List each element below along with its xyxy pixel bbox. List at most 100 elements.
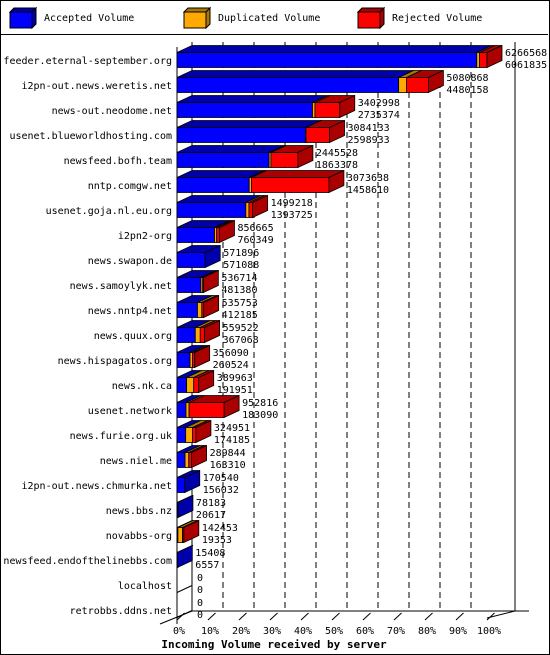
category-label: news.quux.org [94,331,172,342]
rejected-bar [188,402,225,418]
accepted-bar [176,227,215,243]
accepted-volume-label: 191951 [217,385,253,396]
total-volume-label: 356090 [213,348,249,359]
tick-mark [207,612,216,621]
accepted-bar [176,277,202,293]
empty-bar-edge [176,610,193,618]
accepted-volume-label: 760349 [237,235,273,246]
accepted-bar-top [176,95,328,103]
category-label: feeder.eternal-september.org [3,56,172,67]
duplicated-bar [177,527,183,543]
accepted-bar-top [176,120,321,128]
x-tick-label: 70% [387,626,405,637]
total-volume-label: 6266568 [505,48,547,59]
total-volume-label: 15408 [195,548,225,559]
accepted-bar [176,402,187,418]
accepted-bar [176,252,206,268]
total-volume-label: 1499218 [271,198,313,209]
rejected-bar [216,227,220,243]
total-volume-label: 559522 [223,323,259,334]
total-volume-label: 952816 [242,398,278,409]
category-label: i2pn-out.news.chmurka.net [21,481,172,492]
rejected-bar [199,327,205,343]
accepted-volume-label: 367068 [223,335,259,346]
x-tick-label: 60% [356,626,374,637]
accepted-volume-label: 20617 [196,510,226,521]
accepted-bar [176,452,186,468]
category-label: news.samoylyk.net [70,281,172,292]
x-tick-label: 40% [294,626,312,637]
accepted-bar [176,202,247,218]
duplicated-bar [185,402,190,418]
category-label: newsfeed.bofh.team [64,156,172,167]
category-label: news.nk.ca [112,381,172,392]
accepted-bar [176,427,187,443]
accepted-volume-label: 19353 [202,535,232,546]
accepted-volume-label: 0 [197,610,203,621]
accepted-volume-label: 1458610 [347,185,389,196]
accepted-bar [176,377,188,393]
category-label: usenet.network [88,406,172,417]
accepted-volume-label: 163310 [210,460,246,471]
accepted-volume-label: 0 [197,585,203,596]
rejected-bar-top [251,170,345,178]
rejected-bar [248,202,254,218]
rejected-bar [188,452,192,468]
accepted-bar [176,152,270,168]
accepted-bar-top [176,70,414,78]
x-tick-label: 0% [173,626,185,637]
category-label: news-out.neodome.net [52,106,172,117]
rejected-bar [250,177,330,193]
accepted-bar [176,352,191,368]
accepted-volume-label: 2735374 [358,110,400,121]
accepted-volume-label: 156032 [203,485,239,496]
total-volume-label: 170540 [203,473,239,484]
total-volume-label: 142453 [202,523,238,534]
tick-mark [393,612,402,621]
x-tick-label: 80% [418,626,436,637]
floor-right-edge [486,610,516,619]
accepted-bar-top [176,145,285,153]
tick-mark [238,612,247,621]
duplicated-bar [197,302,203,318]
rejected-bar [479,52,488,68]
total-volume-label: 535753 [222,298,258,309]
category-label: usenet.blueworldhosting.com [9,131,172,142]
bar-chart: 0% 10% 20% 30% 40% 50% 60% 70% 80% 90% 100% Incomin… [3,42,547,651]
accepted-bar [176,477,186,493]
duplicated-bar [185,427,193,443]
x-tick-label: 20% [232,626,250,637]
category-label: i2pn-out.news.weretis.net [21,81,172,92]
tick-mark [331,612,340,621]
category-label: news.swapon.de [88,256,172,267]
tick-mark [269,612,278,621]
x-tick-label: 30% [263,626,281,637]
category-label: retrobbs.ddns.net [70,606,172,617]
total-volume-label: 3402998 [358,98,400,109]
accepted-bar [176,77,400,93]
duplicated-bar [194,327,201,343]
tick-mark [300,612,309,621]
accepted-bar-side [177,494,194,519]
accepted-bar [176,302,198,318]
total-volume-label: 5080868 [446,73,488,84]
rejected-bar [314,102,341,118]
category-label: news.bbs.nz [106,506,172,517]
x-axis-title: Incoming Volume received by server [161,638,387,651]
category-label: nntp.comgw.net [88,181,172,192]
category-label: novabbs-org [106,531,172,542]
total-volume-label: 856665 [237,223,273,234]
rejected-bar [192,427,197,443]
duplicated-bar [398,77,407,93]
accepted-volume-label: 2598933 [348,135,390,146]
rejected-bar [270,152,299,168]
total-volume-label: 2445528 [316,148,358,159]
category-label: localhost [118,581,172,592]
x-tick-label: 50% [325,626,343,637]
x-tick-label: 90% [449,626,467,637]
category-label: i2pn2-org [118,231,172,242]
total-volume-label: 78183 [196,498,226,509]
total-volume-label: 536714 [221,273,257,284]
total-volume-label: 3073638 [347,173,389,184]
accepted-volume-label: 260524 [213,360,249,371]
